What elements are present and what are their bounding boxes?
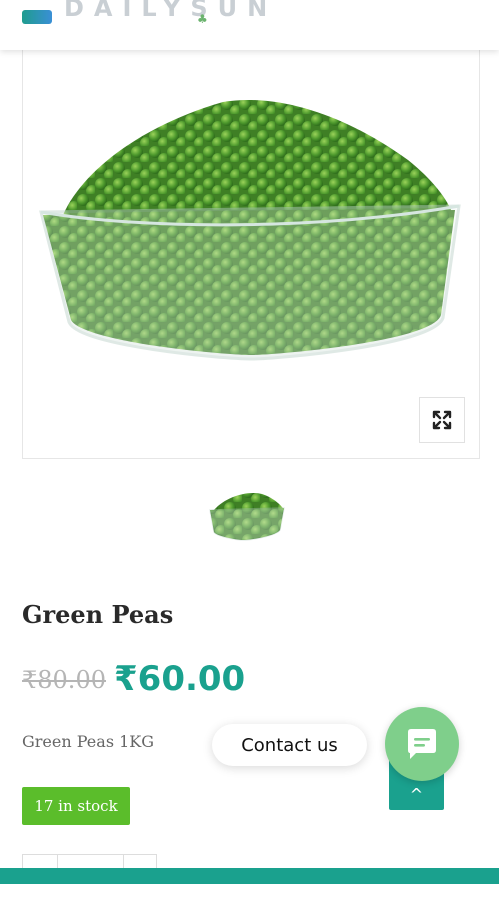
chevron-up-icon: ^ bbox=[409, 785, 424, 804]
product-short-description: Green Peas 1KG bbox=[22, 732, 155, 751]
product-title: Green Peas bbox=[22, 600, 174, 629]
product-image-gallery bbox=[22, 50, 480, 459]
contact-us-label[interactable]: Contact us bbox=[212, 724, 367, 766]
sale-price: ₹60.00 bbox=[114, 659, 246, 699]
logo-icon[interactable] bbox=[22, 10, 52, 24]
logo-text[interactable]: DAILYSUN bbox=[64, 0, 277, 22]
chat-bubble-icon bbox=[408, 729, 436, 759]
zoom-button[interactable] bbox=[419, 397, 465, 443]
expand-icon bbox=[432, 410, 452, 430]
leaf-icon: ♣ bbox=[197, 12, 208, 26]
stock-badge: 17 in stock bbox=[22, 787, 130, 825]
product-image[interactable] bbox=[23, 50, 479, 458]
bottom-accent-bar bbox=[0, 868, 499, 884]
site-header: DAILYSUN ♣ bbox=[0, 0, 499, 50]
chat-button[interactable] bbox=[385, 707, 459, 781]
product-thumbnail[interactable] bbox=[206, 486, 286, 542]
original-price: ₹80.00 bbox=[22, 666, 106, 694]
